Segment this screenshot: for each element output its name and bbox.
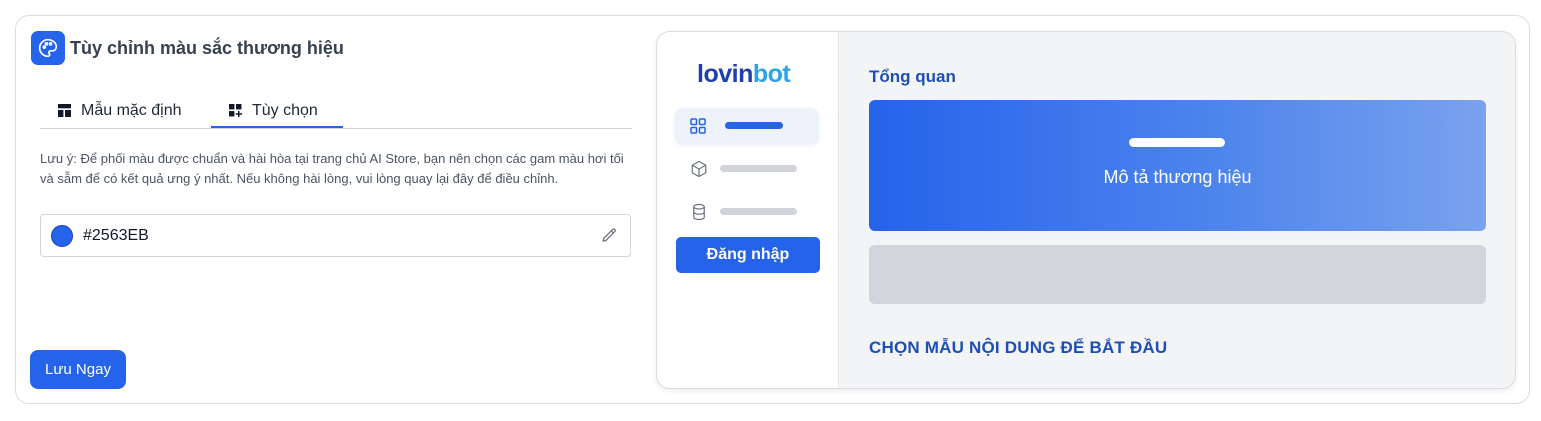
tab-label: Mẫu mặc định [81, 101, 182, 119]
brand-description: Mô tả thương hiệu [1103, 167, 1252, 187]
overview-title: Tổng quan [869, 67, 956, 86]
box-icon [691, 160, 707, 177]
card-header: Tùy chỉnh màu sắc thương hiệu [31, 31, 344, 65]
nav-placeholder-bar [720, 208, 797, 215]
color-swatch[interactable] [51, 224, 73, 247]
tab-bar: Mẫu mặc định Tùy chọn [40, 92, 632, 129]
choose-template-cta[interactable]: CHỌN MẪU NỘI DUNG ĐỂ BẮT ĐẦU [869, 338, 1167, 358]
color-hex-value: #2563EB [83, 226, 149, 244]
theme-preview-panel: lovinbot Đăng nhập Tổng quan Mô tả thươn… [656, 31, 1516, 389]
page-title: Tùy chỉnh màu sắc thương hiệu [70, 37, 344, 58]
nav-placeholder-bar [720, 165, 797, 172]
brand-color-card: Tùy chỉnh màu sắc thương hiệu Mẫu mặc đị… [15, 15, 1530, 404]
preview-nav-item-overview[interactable] [675, 108, 819, 143]
nav-placeholder-bar [725, 122, 783, 129]
save-now-button[interactable]: Lưu Ngay [30, 350, 126, 389]
pencil-icon[interactable] [601, 227, 618, 249]
hero-placeholder-bar [1129, 138, 1225, 147]
preview-sidebar: lovinbot Đăng nhập [657, 32, 839, 388]
hero-banner: Mô tả thương hiệu [869, 100, 1486, 231]
database-icon [693, 203, 705, 220]
tab-label: Tùy chọn [252, 101, 318, 119]
add-grid-icon [229, 104, 242, 117]
color-input-field[interactable]: #2563EB [40, 214, 631, 257]
preview-main: Tổng quan Mô tả thương hiệu CHỌN MẪU NỘI… [839, 32, 1515, 388]
brand-logo: lovinbot [697, 60, 791, 88]
template-icon [58, 104, 71, 117]
preview-nav-item-data[interactable] [675, 194, 819, 229]
active-tab-indicator [211, 126, 343, 128]
content-placeholder-block [869, 245, 1486, 304]
grid-icon [690, 117, 706, 134]
color-tip-note: Lưu ý: Để phối màu được chuẩn và hài hòa… [40, 151, 624, 186]
tab-default-template[interactable]: Mẫu mặc định [58, 92, 182, 129]
login-button[interactable]: Đăng nhập [676, 237, 820, 273]
tab-custom[interactable]: Tùy chọn [229, 92, 318, 129]
palette-icon [31, 31, 65, 65]
preview-nav-item-products[interactable] [675, 151, 819, 186]
